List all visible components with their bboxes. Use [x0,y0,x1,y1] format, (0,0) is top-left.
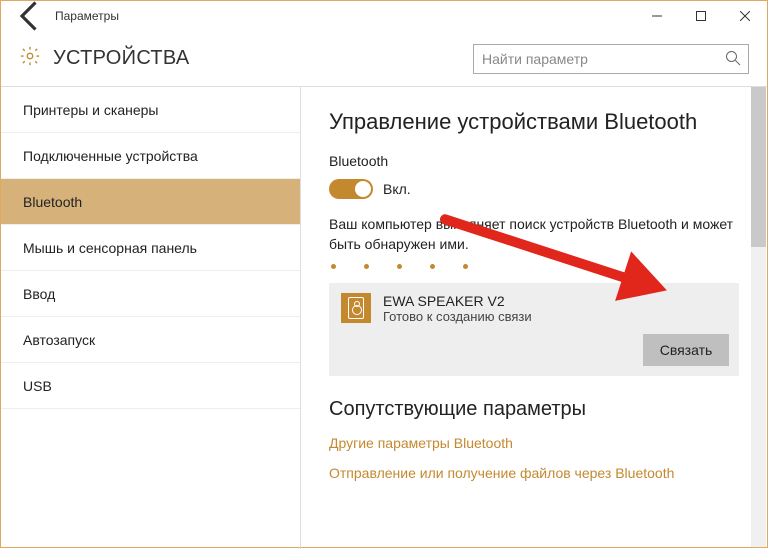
sidebar-item-label: Автозапуск [23,332,95,348]
minimize-button[interactable] [635,1,679,31]
sidebar-item-label: Мышь и сенсорная панель [23,240,197,256]
sidebar-item-label: Принтеры и сканеры [23,102,158,118]
titlebar: Параметры [1,1,767,31]
maximize-button[interactable] [679,1,723,31]
bluetooth-status-text: Ваш компьютер выполняет поиск устройств … [329,215,739,254]
sidebar-item-label: Ввод [23,286,55,302]
page-title: Управление устройствами Bluetooth [329,109,739,135]
link-send-receive-files[interactable]: Отправление или получение файлов через B… [329,465,739,481]
bluetooth-toggle-state: Вкл. [383,181,411,197]
related-settings-heading: Сопутствующие параметры [329,398,739,421]
sidebar-item-connected[interactable]: Подключенные устройства [1,133,300,179]
sidebar-item-bluetooth[interactable]: Bluetooth [1,179,300,225]
device-name: EWA SPEAKER V2 [383,293,532,309]
sidebar-item-mouse[interactable]: Мышь и сенсорная панель [1,225,300,271]
sidebar-item-printers[interactable]: Принтеры и сканеры [1,87,300,133]
search-input[interactable] [473,44,749,74]
scrollbar[interactable] [751,87,766,547]
device-status: Готово к созданию связи [383,309,532,324]
page-category-title: УСТРОЙСТВА [53,47,461,70]
sidebar-item-usb[interactable]: USB [1,363,300,409]
searching-indicator [329,260,739,283]
scrollbar-thumb[interactable] [751,87,766,247]
window-controls [635,1,767,31]
sidebar-item-label: USB [23,378,52,394]
speaker-icon [341,293,371,323]
search-icon [725,50,741,66]
sidebar-item-label: Bluetooth [23,194,82,210]
content-pane: Управление устройствами Bluetooth Blueto… [301,87,767,549]
window-title: Параметры [55,9,635,23]
sidebar-item-typing[interactable]: Ввод [1,271,300,317]
gear-icon [19,45,41,72]
bluetooth-toggle[interactable] [329,179,373,199]
sidebar-item-autoplay[interactable]: Автозапуск [1,317,300,363]
sidebar: Принтеры и сканеры Подключенные устройст… [1,87,301,549]
settings-window: Параметры УСТРОЙСТВА Принтеры и сканеры … [0,0,768,548]
sidebar-item-label: Подключенные устройства [23,148,198,164]
pair-button[interactable]: Связать [643,334,729,366]
device-card[interactable]: EWA SPEAKER V2 Готово к созданию связи С… [329,283,739,376]
link-other-bt-settings[interactable]: Другие параметры Bluetooth [329,435,739,451]
search-box[interactable] [473,44,749,74]
back-button[interactable] [13,0,49,34]
close-button[interactable] [723,1,767,31]
bluetooth-toggle-label: Bluetooth [329,153,739,169]
header: УСТРОЙСТВА [1,31,767,87]
